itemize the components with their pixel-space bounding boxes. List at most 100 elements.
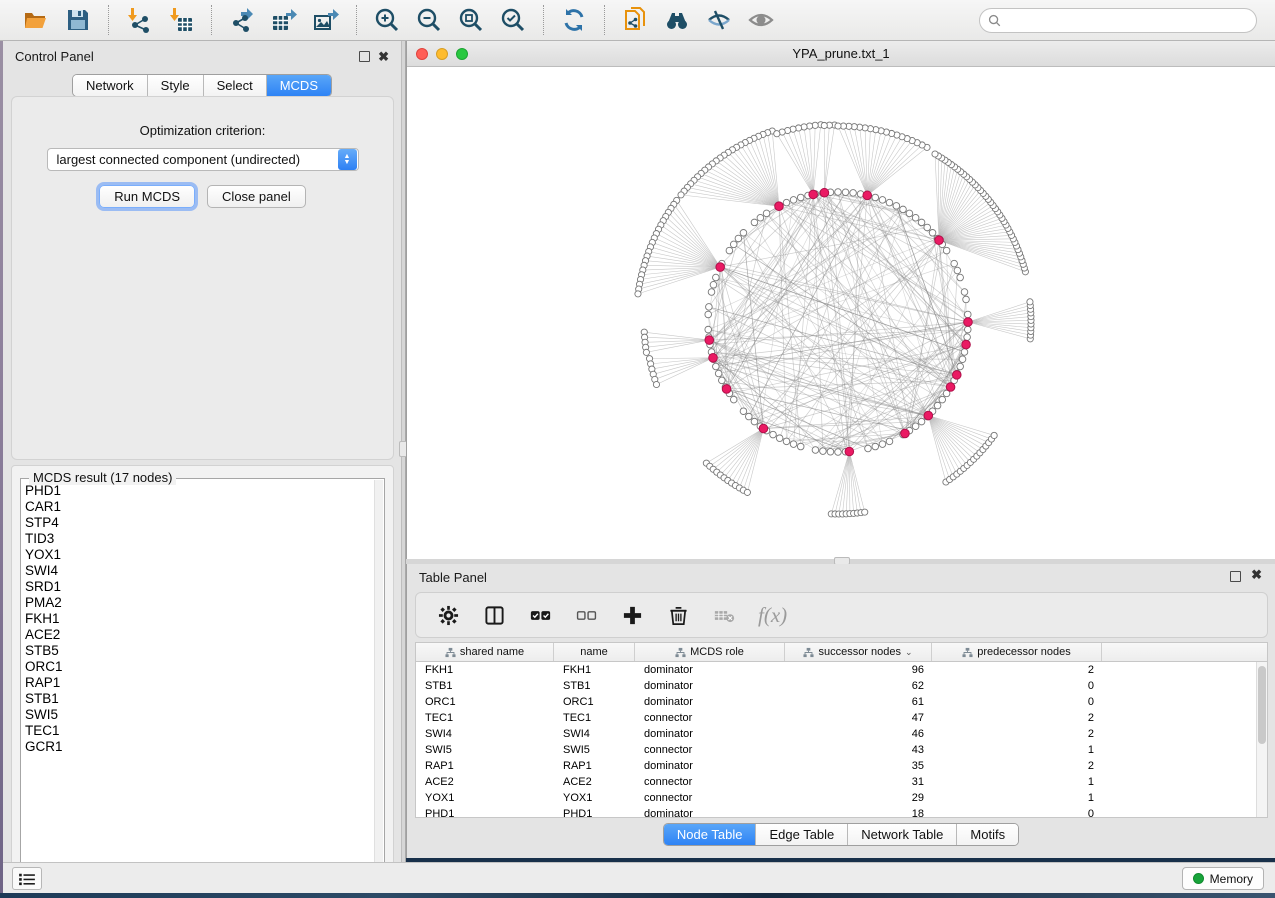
mcds-result-item[interactable]: SRD1 xyxy=(25,579,372,595)
mcds-result-item[interactable]: RAP1 xyxy=(25,675,372,691)
ring-node[interactable] xyxy=(850,190,857,197)
column-header-MCDS-role[interactable]: MCDS role xyxy=(635,643,785,661)
mcds-result-item[interactable]: GCR1 xyxy=(25,739,372,755)
table-row[interactable]: SWI5SWI5connector431 xyxy=(416,742,1267,758)
mcds-node[interactable] xyxy=(705,336,714,345)
global-search[interactable] xyxy=(979,8,1257,33)
leaf-node[interactable] xyxy=(835,123,841,129)
table-scrollbar[interactable] xyxy=(1256,662,1267,817)
mcds-list-scrollbar[interactable] xyxy=(374,480,383,874)
ring-node[interactable] xyxy=(835,449,842,456)
ring-node[interactable] xyxy=(705,311,712,318)
tab-style[interactable]: Style xyxy=(148,75,204,96)
ring-node[interactable] xyxy=(763,210,770,217)
ring-node[interactable] xyxy=(918,219,925,226)
mcds-node[interactable] xyxy=(946,383,955,392)
ring-node[interactable] xyxy=(924,224,931,231)
ring-node[interactable] xyxy=(900,206,907,213)
show-column-button[interactable] xyxy=(482,603,506,627)
tab-network[interactable]: Network xyxy=(73,75,148,96)
ring-node[interactable] xyxy=(943,247,950,254)
leaf-node[interactable] xyxy=(991,432,997,438)
table-options-button[interactable] xyxy=(436,603,460,627)
table-row[interactable]: ORC1ORC1dominator610 xyxy=(416,694,1267,710)
leaf-node[interactable] xyxy=(932,151,938,157)
tab-node-table[interactable]: Node Table xyxy=(664,824,757,845)
ring-node[interactable] xyxy=(951,260,958,267)
ring-node[interactable] xyxy=(713,274,720,281)
zoom-out-button[interactable] xyxy=(411,4,447,36)
mcds-result-item[interactable]: ACE2 xyxy=(25,627,372,643)
export-table-button[interactable] xyxy=(266,4,302,36)
zoom-selected-button[interactable] xyxy=(495,4,531,36)
mcds-node[interactable] xyxy=(759,424,768,433)
ring-node[interactable] xyxy=(751,219,758,226)
leaf-node[interactable] xyxy=(862,509,868,515)
leaf-nodes[interactable] xyxy=(635,122,1034,517)
leaf-node[interactable] xyxy=(643,349,649,355)
ring-node[interactable] xyxy=(964,326,971,333)
mcds-node[interactable] xyxy=(845,447,854,456)
clone-network-button[interactable] xyxy=(617,4,653,36)
mcds-result-item[interactable]: YOX1 xyxy=(25,547,372,563)
mcds-node[interactable] xyxy=(820,188,829,197)
ring-node[interactable] xyxy=(835,189,842,196)
hide-graphics-details-button[interactable] xyxy=(701,4,737,36)
ring-node[interactable] xyxy=(957,363,964,370)
optimization-criterion-select[interactable]: largest connected component (undirected)… xyxy=(47,148,359,171)
save-session-button[interactable] xyxy=(60,4,96,36)
ring-node[interactable] xyxy=(783,438,790,445)
import-network-button[interactable] xyxy=(121,4,157,36)
column-header-predecessor-nodes[interactable]: predecessor nodes xyxy=(932,643,1102,661)
ring-node[interactable] xyxy=(906,210,913,217)
mcds-result-list[interactable]: PHD1CAR1STP4TID3YOX1SWI4SRD1PMA2FKH1ACE2… xyxy=(25,483,372,871)
mcds-node[interactable] xyxy=(722,385,731,394)
deselect-all-rows-button[interactable] xyxy=(574,603,598,627)
mcds-result-item[interactable]: PHD1 xyxy=(25,483,372,499)
mcds-node[interactable] xyxy=(716,263,725,272)
ring-node[interactable] xyxy=(865,445,872,452)
tab-edge-table[interactable]: Edge Table xyxy=(756,824,848,845)
mcds-result-item[interactable]: SWI5 xyxy=(25,707,372,723)
tab-mcds[interactable]: MCDS xyxy=(267,75,331,96)
ring-node[interactable] xyxy=(783,199,790,206)
ring-node[interactable] xyxy=(715,370,722,377)
ring-node[interactable] xyxy=(790,197,797,204)
ring-node[interactable] xyxy=(812,447,819,454)
ring-node[interactable] xyxy=(959,356,966,363)
ring-node[interactable] xyxy=(740,408,747,415)
close-panel-button[interactable]: Close panel xyxy=(207,185,306,208)
ring-node[interactable] xyxy=(893,203,900,210)
leaf-node[interactable] xyxy=(774,131,780,137)
leaf-node[interactable] xyxy=(678,192,684,198)
ring-node[interactable] xyxy=(872,194,879,201)
ring-node[interactable] xyxy=(886,438,893,445)
column-header-name[interactable]: name xyxy=(554,643,635,661)
mcds-node[interactable] xyxy=(952,371,961,380)
export-image-button[interactable] xyxy=(308,4,344,36)
zoom-fit-button[interactable] xyxy=(453,4,489,36)
open-file-button[interactable] xyxy=(18,4,54,36)
run-mcds-button[interactable]: Run MCDS xyxy=(99,185,195,208)
ring-node[interactable] xyxy=(827,448,834,455)
ring-node[interactable] xyxy=(770,431,777,438)
column-header-shared-name[interactable]: shared name xyxy=(416,643,554,661)
table-row[interactable]: PHD1PHD1dominator180 xyxy=(416,806,1267,822)
status-menu-button[interactable] xyxy=(12,867,42,890)
ring-node[interactable] xyxy=(961,289,968,296)
table-row[interactable]: STB1STB1dominator620 xyxy=(416,678,1267,694)
mcds-node[interactable] xyxy=(901,429,910,438)
ring-node[interactable] xyxy=(886,199,893,206)
ring-node[interactable] xyxy=(820,448,827,455)
ring-node[interactable] xyxy=(918,418,925,425)
mcds-result-item[interactable]: STB5 xyxy=(25,643,372,659)
ring-node[interactable] xyxy=(710,281,717,288)
add-column-button[interactable] xyxy=(620,603,644,627)
table-row[interactable]: YOX1YOX1connector291 xyxy=(416,790,1267,806)
ring-node[interactable] xyxy=(879,197,886,204)
ring-node[interactable] xyxy=(740,229,747,236)
ring-node[interactable] xyxy=(730,396,737,403)
tab-network-table[interactable]: Network Table xyxy=(848,824,957,845)
mcds-result-item[interactable]: CAR1 xyxy=(25,499,372,515)
ring-node[interactable] xyxy=(939,396,946,403)
